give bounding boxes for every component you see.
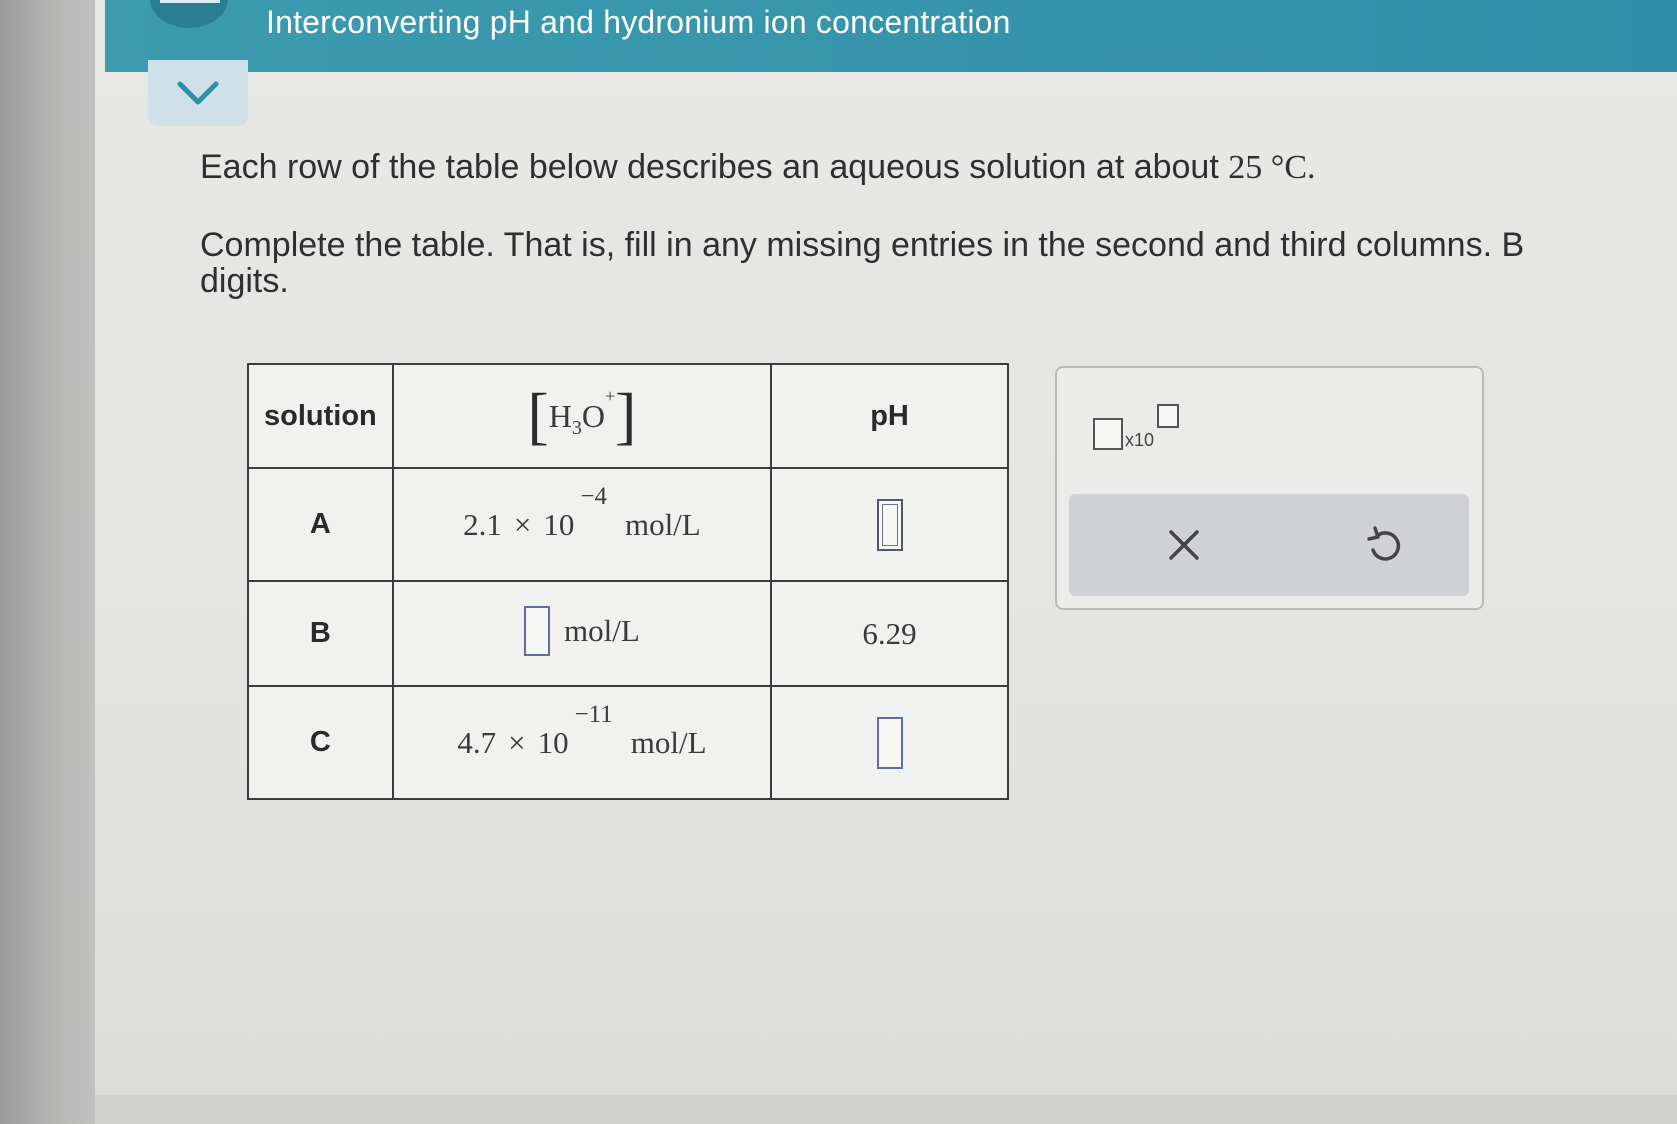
h3o-h: H xyxy=(548,397,572,434)
row-a-mantissa: 2.1 xyxy=(463,506,502,542)
sci-base-box-icon xyxy=(1093,418,1123,450)
monitor-bezel xyxy=(0,0,100,1124)
close-icon xyxy=(1169,530,1199,560)
h3o-subscript: 3 xyxy=(571,416,582,439)
row-c-exponent: −11 xyxy=(574,700,613,728)
h3o-superscript: + xyxy=(604,385,616,406)
row-b-ph-value: 6.29 xyxy=(862,615,917,651)
header-h3o: [ H 3 O + ] xyxy=(391,363,773,469)
undo-icon xyxy=(1367,526,1401,561)
header-solution: solution xyxy=(247,363,394,469)
row-a-solution: A xyxy=(247,467,394,582)
row-c-ph xyxy=(770,685,1009,800)
row-a-unit: mol/L xyxy=(624,506,701,542)
sci-x10-label: x10 xyxy=(1125,430,1155,450)
header-ph: pH xyxy=(770,363,1009,469)
undo-button[interactable] xyxy=(1359,520,1409,570)
row-b-h3o-input[interactable] xyxy=(524,606,551,656)
instruction-line-3: digits. xyxy=(200,262,289,300)
math-tool-panel: x10 xyxy=(1055,366,1484,610)
table-row: B mol/L 6.29 xyxy=(247,580,1009,687)
row-b-unit: mol/L xyxy=(564,613,640,648)
sci-exponent-box-icon xyxy=(1157,404,1179,428)
clear-button[interactable] xyxy=(1159,520,1209,570)
left-bracket: [ xyxy=(527,380,549,451)
row-a-times: × xyxy=(513,506,532,542)
instruction-line-1-text: Each row of the table below describes an… xyxy=(200,148,1229,186)
instruction-line-2: Complete the table. That is, fill in any… xyxy=(200,226,1525,264)
collapse-toggle-button[interactable] xyxy=(148,60,248,126)
row-c-mantissa: 4.7 xyxy=(457,724,497,760)
row-b-ph: 6.29 xyxy=(770,580,1009,687)
row-c-unit: mol/L xyxy=(630,724,707,760)
h3o-o: O xyxy=(581,397,605,434)
row-a-base: 10 xyxy=(543,506,575,542)
row-a-exponent: −4 xyxy=(580,482,607,510)
scientific-notation-button[interactable]: x10 xyxy=(1093,404,1183,454)
menu-avatar-line xyxy=(160,0,220,3)
row-c-h3o: 4.7 × 10 −11 mol/L xyxy=(391,685,773,800)
row-a-ph-input[interactable] xyxy=(876,498,903,551)
row-a-h3o: 2.1 × 10 −4 mol/L xyxy=(391,467,773,582)
data-table: solution [ H 3 O + ] pH A 2.1 × 10 −4 mol/L… xyxy=(247,363,1009,800)
row-a-ph xyxy=(770,467,1009,582)
row-b-solution: B xyxy=(247,580,394,687)
action-bar xyxy=(1069,494,1469,596)
row-c-ph-input[interactable] xyxy=(876,716,903,769)
temperature-value: 25 °C. xyxy=(1228,149,1316,186)
page-title: Interconverting pH and hydronium ion con… xyxy=(266,4,1011,40)
page-footer-area xyxy=(95,1095,1677,1124)
instruction-line-1: Each row of the table below describes an… xyxy=(200,150,1316,185)
chevron-down-icon xyxy=(177,81,219,105)
row-c-solution: C xyxy=(247,685,394,800)
row-c-base: 10 xyxy=(537,724,569,760)
table-row: C 4.7 × 10 −11 mol/L xyxy=(247,685,1009,800)
table-row: A 2.1 × 10 −4 mol/L xyxy=(247,467,1009,582)
right-bracket: ] xyxy=(615,380,637,451)
row-c-times: × xyxy=(508,724,526,760)
table-header-row: solution [ H 3 O + ] pH xyxy=(247,363,1009,469)
row-b-h3o: mol/L xyxy=(391,580,773,687)
